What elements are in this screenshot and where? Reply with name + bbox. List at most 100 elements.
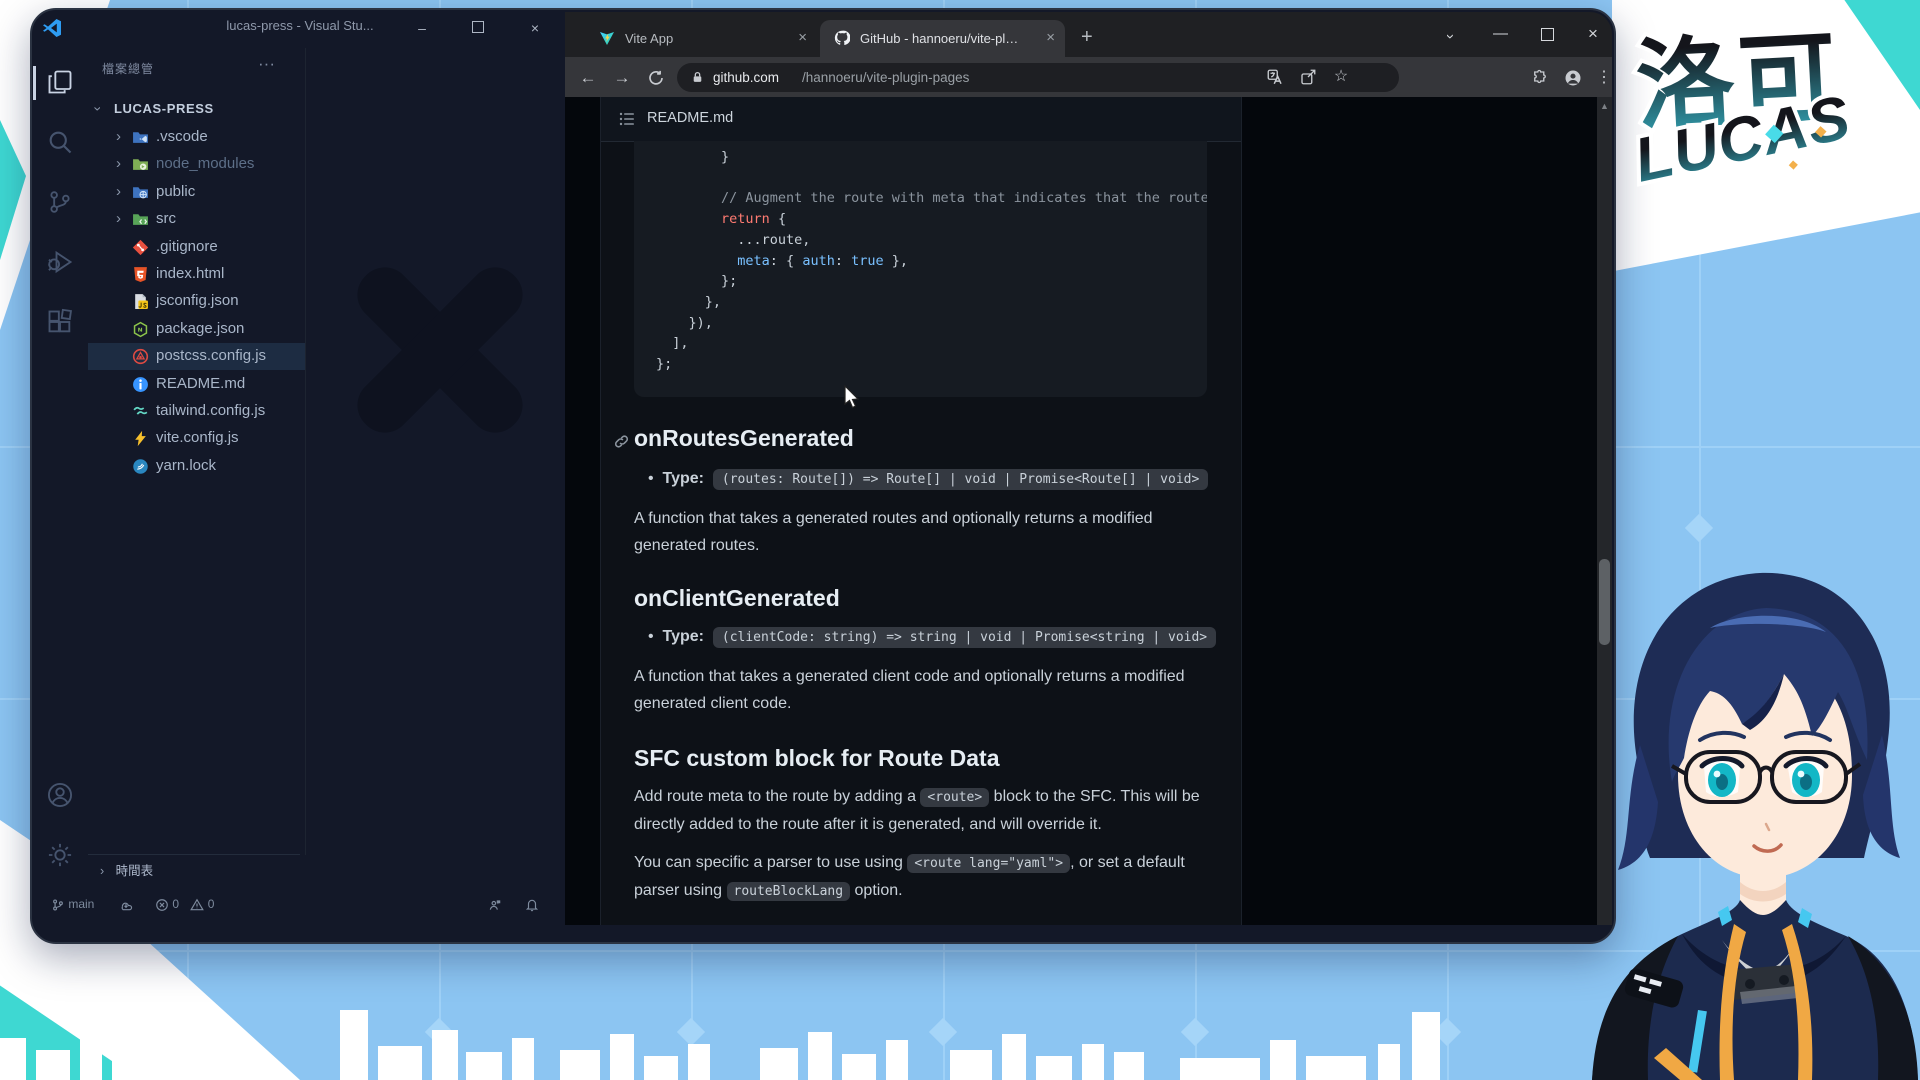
readme-file-header: README.md xyxy=(601,97,1241,142)
timeline-section[interactable]: › 時間表 xyxy=(100,860,153,879)
file-item-README.md[interactable]: README.md xyxy=(88,371,305,398)
share-icon[interactable] xyxy=(1295,64,1321,90)
chrome-minimize-button[interactable]: — xyxy=(1493,25,1508,42)
pixel-blocks-decor xyxy=(0,1010,1440,1080)
chrome-close-button[interactable]: × xyxy=(1588,24,1598,44)
type-bullet: • Type: (clientCode: string) => string |… xyxy=(648,627,1217,648)
file-item-.gitignore[interactable]: .gitignore xyxy=(88,234,305,261)
file-item-public[interactable]: › public xyxy=(88,179,305,206)
translate-icon[interactable] xyxy=(1262,64,1288,90)
jsconfig-icon xyxy=(132,293,149,310)
error-icon xyxy=(156,898,168,911)
chevron-right-icon: › xyxy=(116,155,121,172)
new-tab-button[interactable]: + xyxy=(1081,26,1093,49)
forward-icon[interactable]: → xyxy=(609,65,635,91)
folder-public-icon xyxy=(132,184,149,201)
notifications[interactable] xyxy=(525,890,539,918)
file-item-vite.config.js[interactable]: vite.config.js xyxy=(88,425,305,452)
file-item-index.html[interactable]: index.html xyxy=(88,261,305,288)
sfc-paragraph-1: Add route meta to the route by adding a … xyxy=(634,788,1200,833)
maximize-icon xyxy=(472,21,484,33)
extensions-icon[interactable] xyxy=(46,308,74,336)
chevron-right-icon: › xyxy=(116,183,121,200)
vscode-close-button[interactable]: × xyxy=(518,13,552,43)
vtuber-avatar xyxy=(1592,572,1918,1080)
vscode-minimize-button[interactable]: – xyxy=(405,13,439,43)
html-icon xyxy=(132,266,149,283)
sidebar-divider xyxy=(305,48,306,855)
search-icon[interactable] xyxy=(46,128,74,156)
folder-vscode-icon xyxy=(132,129,149,146)
tab-github[interactable]: GitHub - hannoeru/vite-plugin × xyxy=(820,20,1065,57)
sfc-paragraph-2: You can specific a parser to use using <… xyxy=(634,854,1185,901)
url-path: /hannoeru/vite-plugin-pages xyxy=(802,70,970,85)
diamond-spark-icon: ◆ xyxy=(1764,118,1785,147)
file-item-jsconfig.json[interactable]: jsconfig.json xyxy=(88,288,305,315)
github-favicon xyxy=(834,30,850,46)
file-item-package.json[interactable]: package.json xyxy=(88,316,305,343)
explorer-title: 檔案總管 xyxy=(102,62,155,76)
back-icon[interactable]: ← xyxy=(575,65,601,91)
file-item-.vscode[interactable]: › .vscode xyxy=(88,124,305,151)
branch-status[interactable]: main xyxy=(51,890,94,918)
file-item-postcss.config.js[interactable]: postcss.config.js xyxy=(88,343,305,370)
explorer-actions-icon[interactable]: ··· xyxy=(258,54,275,74)
warning-icon xyxy=(190,898,205,911)
profile-avatar[interactable] xyxy=(1560,65,1586,91)
heading-onclientgenerated: onClientGenerated xyxy=(634,585,840,611)
anchor-link-icon[interactable] xyxy=(613,433,630,450)
reload-icon[interactable] xyxy=(643,65,669,91)
url-bar[interactable]: github.com /hannoeru/vite-plugin-pages ☆ xyxy=(677,63,1399,92)
chrome-maximize-button[interactable] xyxy=(1541,28,1554,41)
folder-node-icon xyxy=(132,156,149,173)
github-page: README.md } // Augment the route with me… xyxy=(565,97,1612,925)
sync-cloud-icon xyxy=(121,902,133,911)
scroll-up-arrow-icon[interactable]: ▲ xyxy=(1600,101,1609,111)
file-item-yarn.lock[interactable]: yarn.lock xyxy=(88,453,305,480)
panel-divider xyxy=(88,854,300,855)
vscode-maximize-button[interactable] xyxy=(461,13,495,43)
sync-status[interactable] xyxy=(119,890,133,918)
mouse-cursor xyxy=(844,385,860,409)
bookmark-star-icon[interactable]: ☆ xyxy=(1328,64,1354,90)
explorer-icon[interactable] xyxy=(46,68,74,96)
readme-icon xyxy=(132,376,149,393)
chevron-right-icon: › xyxy=(116,210,121,227)
problems-status[interactable]: 0 0 xyxy=(155,890,214,918)
vite-icon xyxy=(132,430,149,447)
warning-count: 0 xyxy=(207,897,215,911)
file-item-src[interactable]: › src xyxy=(88,206,305,233)
lucas-logo: 洛可 洛可 LUCAS LUCAS ◆ ◆ ◆ xyxy=(1621,0,1920,229)
vscode-logo-icon xyxy=(43,19,61,37)
chevron-right-icon: › xyxy=(116,128,121,145)
tab-close-icon[interactable]: × xyxy=(1046,29,1055,46)
chrome-menu-chevron-icon[interactable]: › xyxy=(1442,34,1459,39)
code-block: } // Augment the route with meta that in… xyxy=(634,141,1207,397)
vscode-watermark xyxy=(330,240,550,460)
tab-close-icon[interactable]: × xyxy=(798,29,807,46)
account-icon[interactable] xyxy=(46,781,74,809)
kebab-menu-icon[interactable]: ⋮ xyxy=(1591,65,1612,91)
explorer-root-folder[interactable]: › LUCAS-PRESS xyxy=(88,96,305,123)
heading-onroutesgenerated: onRoutesGenerated xyxy=(634,425,854,451)
bell-icon xyxy=(525,899,539,912)
tab-label: GitHub - hannoeru/vite-plugin xyxy=(860,31,1025,46)
lock-icon xyxy=(693,71,702,82)
settings-gear-icon[interactable] xyxy=(46,841,74,869)
type-signature-code: (routes: Route[]) => Route[] | void | Pr… xyxy=(712,469,1209,490)
folder-src-icon xyxy=(132,211,149,228)
bg-diamond xyxy=(1684,513,1714,543)
file-item-node_modules[interactable]: › node_modules xyxy=(88,151,305,178)
vite-favicon xyxy=(599,30,615,46)
readme-filename: README.md xyxy=(647,110,734,126)
run-debug-icon[interactable] xyxy=(46,248,74,276)
remote-indicator[interactable] xyxy=(488,890,502,918)
source-control-icon[interactable] xyxy=(46,188,74,216)
yarn-icon xyxy=(132,458,149,475)
outline-list-icon[interactable] xyxy=(619,111,635,127)
extensions-puzzle-icon[interactable] xyxy=(1527,65,1553,91)
file-item-tailwind.config.js[interactable]: tailwind.config.js xyxy=(88,398,305,425)
tab-vite-app[interactable]: Vite App × xyxy=(585,20,817,57)
chrome-toolbar: ← → github.com /hannoeru/vite-plugin-pag… xyxy=(565,57,1612,97)
type-bullet: • Type: (routes: Route[]) => Route[] | v… xyxy=(648,469,1209,490)
